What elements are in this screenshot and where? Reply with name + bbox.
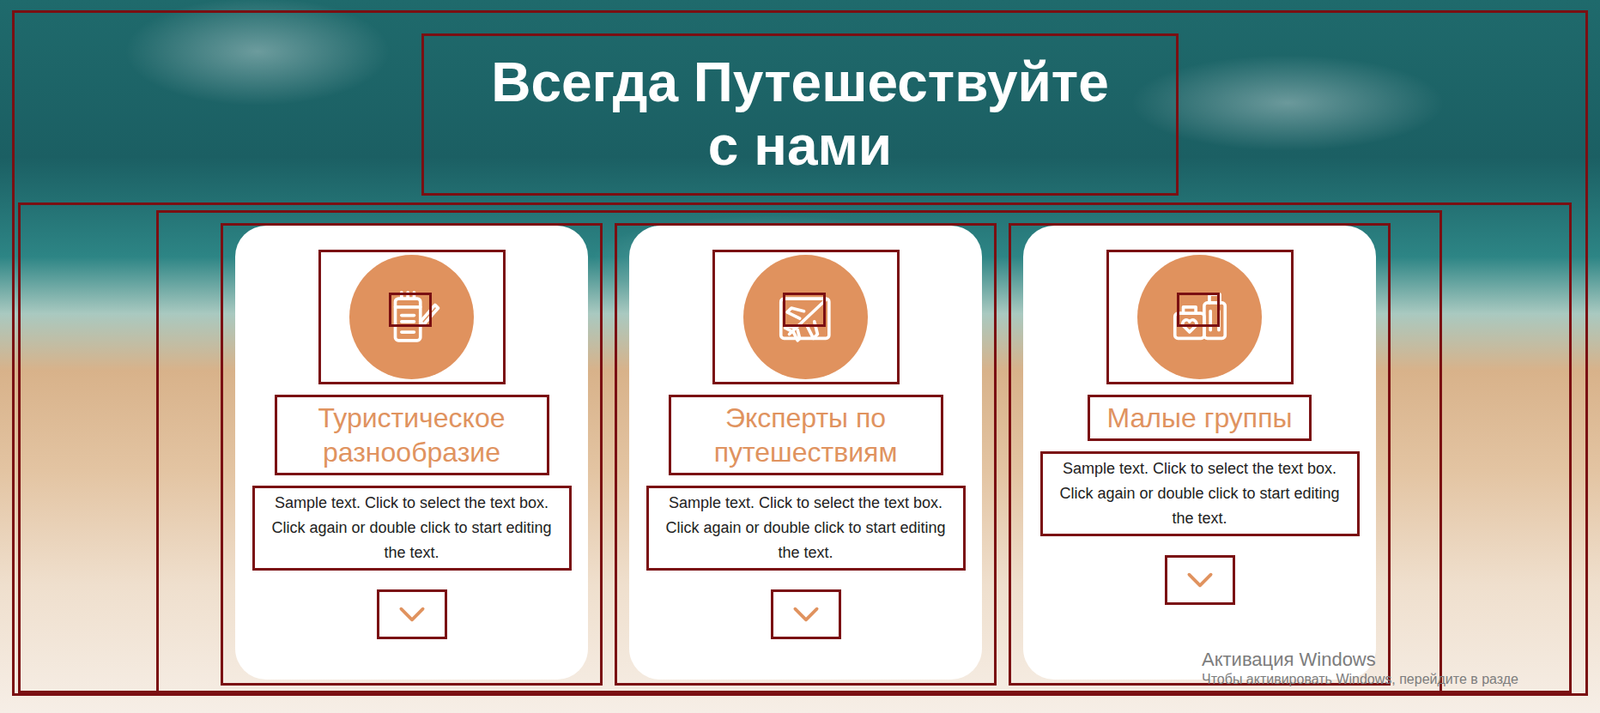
cards-row: Туристическое разнообразие Sample text. C… [18,202,1572,694]
feature-card: Туристическое разнообразие Sample text. C… [235,225,588,680]
expand-button[interactable] [376,589,448,640]
card-title: Туристическое разнообразие [294,400,530,470]
chevron-down-icon [1183,569,1217,592]
card-text: Sample text. Click to select the text bo… [261,490,563,565]
windows-activation-watermark: Активация WindowsЧтобы активировать Wind… [1201,648,1519,690]
card-title: Малые группы [1107,400,1293,436]
card-text: Sample text. Click to select the text bo… [1049,456,1351,531]
headline: Всегда Путешествуйтес нами [490,51,1110,178]
card-title-frame[interactable]: Туристическое разнообразие [274,394,550,476]
card-frame: Эксперты по путешествиям Sample text. Cli… [614,223,997,686]
headline-line: с нами [708,115,892,179]
cards-container: Туристическое разнообразие Sample text. C… [156,210,1443,691]
card-text-frame[interactable]: Sample text. Click to select the text bo… [1040,451,1360,536]
watermark-title: Активация Windows [1201,648,1519,672]
chevron-down-icon [789,603,823,626]
icon-frame[interactable] [318,249,506,385]
feature-card: Эксперты по путешествиям Sample text. Cli… [629,225,982,680]
card-text-frame[interactable]: Sample text. Click to select the text bo… [646,485,966,570]
feature-card: Малые группы Sample text. Click to select… [1023,225,1376,680]
icon-frame[interactable] [712,249,900,385]
icon-circle [743,254,868,380]
card-text-frame[interactable]: Sample text. Click to select the text bo… [252,485,572,570]
icon-circle [1137,254,1262,380]
icon-frame[interactable] [1106,249,1294,385]
card-frame: Туристическое разнообразие Sample text. C… [220,223,603,686]
headline-box[interactable]: Всегда Путешествуйтес нами [421,33,1179,196]
expand-button[interactable] [770,589,842,640]
landing-page: Всегда Путешествуйтес нами Туристическое … [0,0,1600,713]
card-title: Эксперты по путешествиям [688,400,924,470]
expand-button[interactable] [1164,555,1236,606]
card-frame: Малые группы Sample text. Click to select… [1008,223,1391,686]
card-title-frame[interactable]: Эксперты по путешествиям [668,394,944,476]
selection-handle[interactable] [782,292,826,328]
card-title-frame[interactable]: Малые группы [1087,394,1313,442]
selection-handle[interactable] [388,292,432,328]
watermark-subtitle: Чтобы активировать Windows, перейдите в … [1201,671,1519,690]
selection-handle[interactable] [1176,292,1220,328]
icon-circle [349,254,474,380]
chevron-down-icon [395,603,429,626]
section-frame: Всегда Путешествуйтес нами Туристическое … [12,10,1588,697]
headline-line: Всегда Путешествуйте [490,51,1110,116]
card-text: Sample text. Click to select the text bo… [655,490,957,565]
